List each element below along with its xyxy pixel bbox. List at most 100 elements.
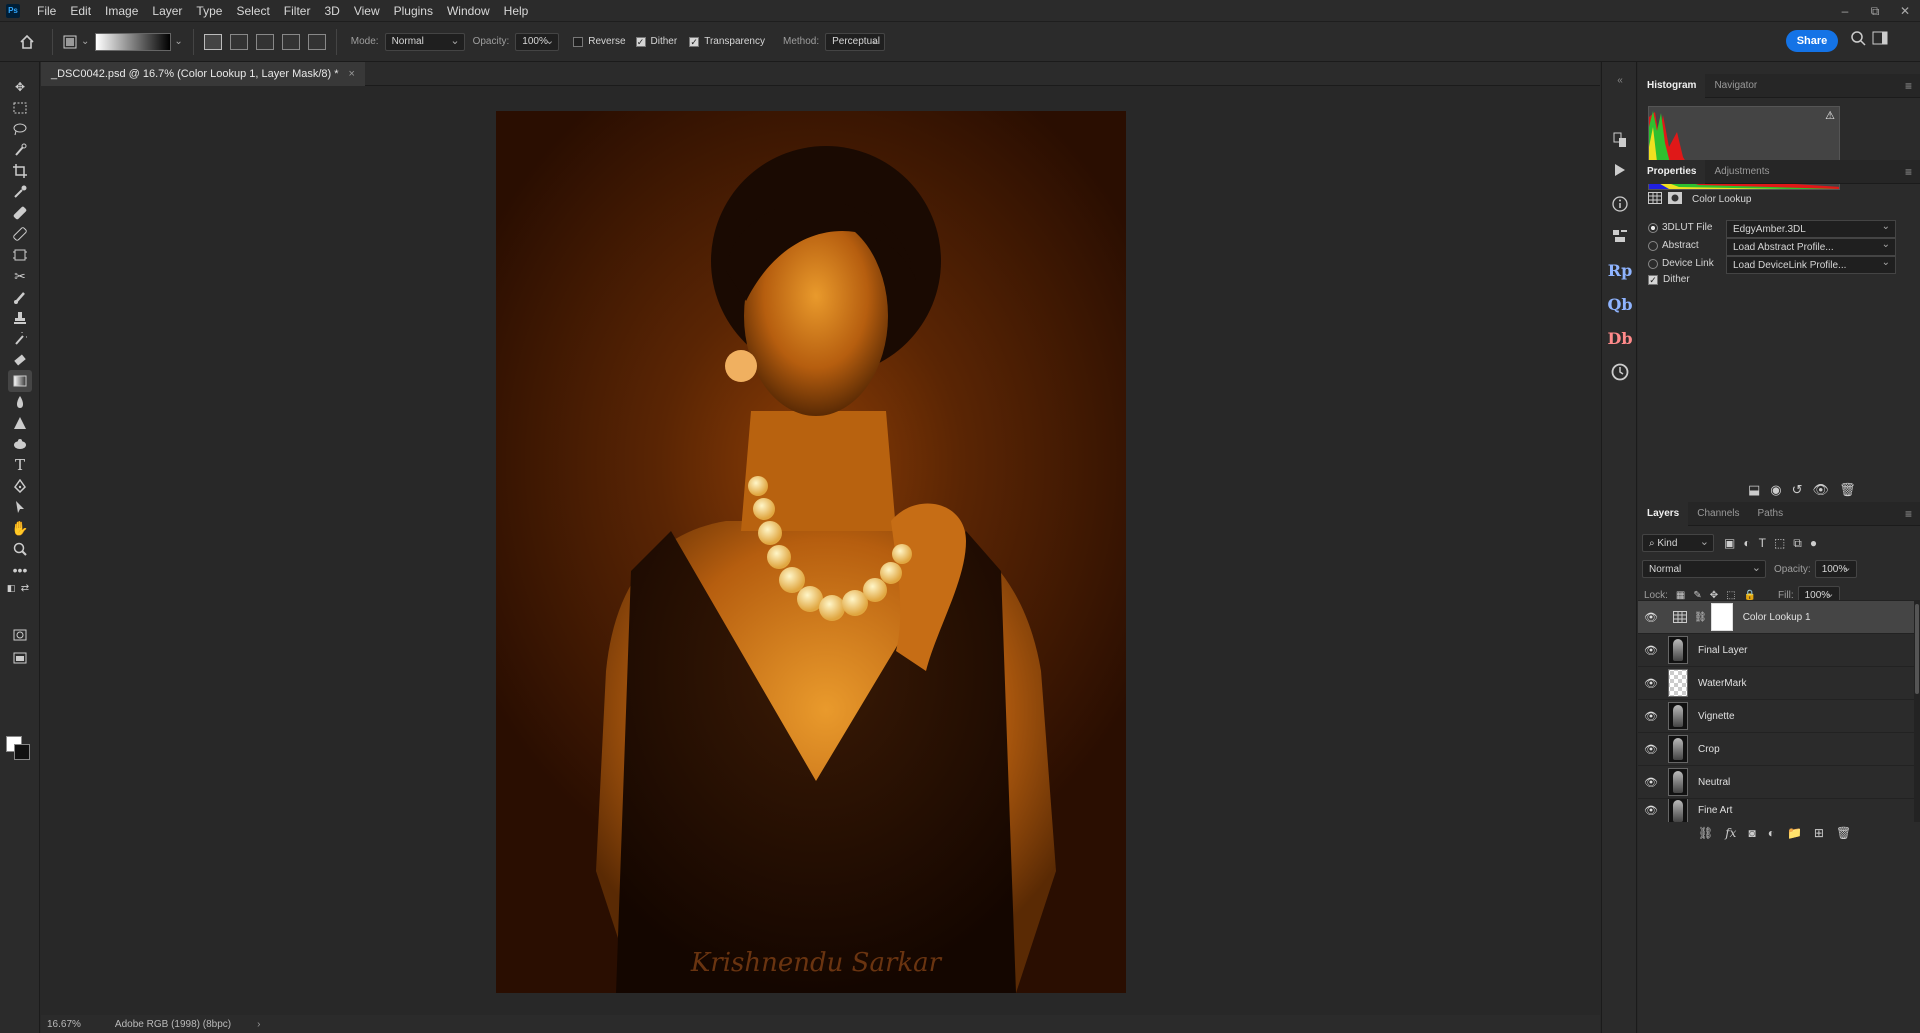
lock-transparent-icon[interactable]: ▦ [1676, 590, 1685, 601]
zoom-level[interactable]: 16.67% [47, 1019, 81, 1030]
view-previous-icon[interactable]: ◉ [1770, 482, 1781, 498]
lut-file-dropdown[interactable]: EdgyAmber.3DL [1726, 220, 1896, 238]
visibility-eye-icon[interactable]: 👁 [1638, 644, 1664, 657]
layer-row[interactable]: 👁 ⛓ Color Lookup 1 [1638, 600, 1914, 633]
menu-filter[interactable]: Filter [277, 4, 318, 18]
move-tool-icon[interactable]: ✥ [8, 76, 32, 98]
restore-button[interactable]: ⧉ [1860, 4, 1890, 19]
canvas-area[interactable]: Krishnendu Sarkar [41, 87, 1600, 1015]
swap-colors-icon[interactable]: ⇄ [18, 582, 32, 594]
reverse-checkbox-box[interactable] [573, 36, 584, 47]
preset-chevron-icon[interactable]: ⌄ [81, 36, 89, 47]
gradient-tool-icon[interactable] [8, 370, 32, 392]
layer-row[interactable]: 👁 Vignette [1638, 699, 1914, 732]
rp-plugin-icon[interactable]: Rp [1608, 258, 1632, 282]
share-button[interactable]: Share [1786, 30, 1838, 52]
delete-adjustment-icon[interactable]: 🗑 [1839, 482, 1856, 498]
reflected-gradient-button[interactable] [281, 33, 300, 50]
default-colors-icon[interactable]: ◧ [4, 582, 18, 594]
layers-panel-menu-icon[interactable]: ≡ [1905, 507, 1912, 521]
background-color-swatch[interactable] [14, 744, 30, 760]
lock-artboard-icon[interactable]: ⬚ [1726, 590, 1735, 601]
document-tab[interactable]: _DSC0042.psd @ 16.7% (Color Lookup 1, La… [41, 62, 365, 86]
linear-gradient-button[interactable] [203, 33, 222, 50]
menu-image[interactable]: Image [98, 4, 145, 18]
layer-style-fx-icon[interactable]: fx [1725, 826, 1736, 840]
mode-dropdown[interactable]: Normal [384, 32, 465, 51]
device-link-option[interactable]: Device Link [1648, 258, 1714, 269]
tool-presets-icon[interactable] [1608, 224, 1632, 248]
device-link-dropdown[interactable]: Load DeviceLink Profile... [1726, 256, 1896, 274]
menu-plugins[interactable]: Plugins [387, 4, 440, 18]
crop-tool-icon[interactable] [8, 160, 32, 182]
new-group-icon[interactable]: 📁 [1787, 826, 1802, 840]
tab-channels[interactable]: Channels [1688, 502, 1748, 526]
menu-layer[interactable]: Layer [145, 4, 189, 18]
menu-file[interactable]: File [30, 4, 63, 18]
hand-tool-icon[interactable]: ✋ [8, 517, 32, 539]
menu-window[interactable]: Window [440, 4, 497, 18]
minimize-button[interactable]: – [1830, 4, 1860, 18]
abstract-profile-dropdown[interactable]: Load Abstract Profile... [1726, 238, 1896, 256]
visibility-eye-icon[interactable]: 👁 [1638, 611, 1664, 624]
info-panel-icon[interactable] [1608, 192, 1632, 216]
filter-toggle-icon[interactable]: ● [1810, 536, 1817, 550]
screen-mode-icon[interactable] [8, 647, 32, 669]
healing-tool-icon[interactable] [8, 202, 32, 224]
close-tab-icon[interactable]: × [349, 68, 355, 80]
scissors-tool-icon[interactable]: ✂ [8, 265, 32, 287]
visibility-eye-icon[interactable]: 👁 [1638, 804, 1664, 817]
tab-histogram[interactable]: Histogram [1638, 73, 1706, 98]
filter-shape-icon[interactable]: ⬚ [1774, 536, 1785, 550]
opacity-dropdown[interactable]: 100% [515, 32, 560, 51]
quick-mask-icon[interactable] [8, 624, 32, 646]
filter-smart-object-icon[interactable]: ⧉ [1793, 536, 1802, 551]
blend-mode-dropdown[interactable]: Normal [1642, 560, 1766, 578]
qb-plugin-icon[interactable]: Qb [1607, 292, 1632, 316]
mask-link-icon[interactable]: ⛓ [1694, 612, 1707, 623]
layer-row[interactable]: 👁 Crop [1638, 732, 1914, 765]
layer-row[interactable]: 👁 Fine Art [1638, 798, 1914, 822]
search-icon[interactable] [1850, 30, 1866, 49]
home-icon[interactable] [16, 31, 38, 53]
layer-mask-thumbnail[interactable] [1710, 603, 1733, 631]
photoshop-logo-icon[interactable]: Ps [6, 3, 20, 18]
zoom-tool-icon[interactable] [8, 538, 32, 560]
menu-type[interactable]: Type [189, 4, 229, 18]
tab-paths[interactable]: Paths [1749, 502, 1793, 526]
layer-row[interactable]: 👁 Final Layer [1638, 633, 1914, 666]
gradient-preview[interactable] [95, 32, 172, 51]
properties-dither-checkbox[interactable]: ✓ [1648, 274, 1658, 285]
lasso-tool-icon[interactable] [8, 118, 32, 140]
workspace-icon[interactable] [1872, 30, 1890, 49]
collapse-strip-icon[interactable]: « [1608, 68, 1632, 92]
dither-option[interactable]: ✓ Dither [1648, 274, 1690, 285]
filter-pixel-icon[interactable]: ▣ [1724, 536, 1735, 550]
dither-checkbox-box[interactable]: ✓ [635, 36, 646, 47]
more-tools-icon[interactable]: ••• [8, 559, 32, 581]
history-brush-tool-icon[interactable] [8, 328, 32, 350]
properties-panel-menu-icon[interactable]: ≡ [1905, 165, 1912, 179]
delete-layer-icon[interactable]: 🗑 [1836, 826, 1851, 840]
angle-gradient-button[interactable] [255, 33, 274, 50]
layer-mask-icon[interactable] [1668, 192, 1682, 207]
stamp-tool-icon[interactable] [8, 307, 32, 329]
brush-tool-icon[interactable] [8, 286, 32, 308]
layer-row[interactable]: 👁 Neutral [1638, 765, 1914, 798]
visibility-eye-icon[interactable]: 👁 [1638, 776, 1664, 789]
timer-plugin-icon[interactable] [1608, 360, 1632, 384]
history-panel-icon[interactable] [1608, 128, 1632, 152]
link-layers-icon[interactable]: ⛓ [1698, 826, 1713, 840]
menu-help[interactable]: Help [497, 4, 536, 18]
abstract-radio[interactable] [1648, 240, 1658, 251]
blur-tool-icon[interactable] [8, 391, 32, 413]
new-adjustment-layer-icon[interactable]: ◐ [1768, 826, 1775, 840]
visibility-eye-icon[interactable]: 👁 [1638, 710, 1664, 723]
cache-warning-icon[interactable]: ⚠ [1825, 109, 1835, 122]
close-window-button[interactable]: ✕ [1890, 4, 1920, 18]
eyedropper-tool-icon[interactable] [8, 181, 32, 203]
pen-tool-icon[interactable] [8, 475, 32, 497]
frame-tool-icon[interactable] [8, 244, 32, 266]
color-lookup-grid-icon[interactable] [1648, 192, 1662, 207]
tab-adjustments[interactable]: Adjustments [1705, 160, 1778, 184]
